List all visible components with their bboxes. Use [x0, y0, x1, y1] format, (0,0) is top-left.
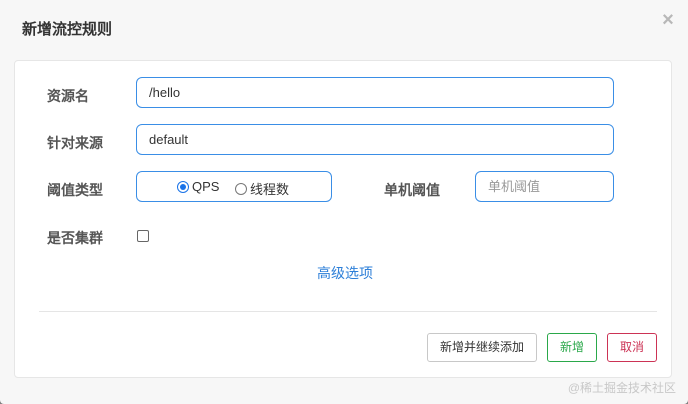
radio-option-qps-label: QPS — [192, 179, 220, 194]
radio-option-qps[interactable]: QPS — [177, 179, 219, 194]
single-threshold-label: 单机阈值 — [384, 182, 440, 198]
limit-app-label: 针对来源 — [47, 135, 103, 151]
radio-option-threads[interactable]: 线程数 — [235, 179, 289, 198]
dialog-body: 资源名 针对来源 阈值类型 QPS 线程数 单机阈值 是否集群 高级选项 新增并… — [14, 60, 672, 378]
watermark: @稀土掘金技术社区 — [567, 381, 676, 395]
flow-rule-dialog: 新增流控规则 × 资源名 针对来源 阈值类型 QPS 线程数 单机阈值 是否集群… — [0, 0, 688, 404]
dialog-title: 新增流控规则 — [22, 21, 113, 38]
threshold-type-radio-group: QPS 线程数 — [136, 171, 332, 202]
advanced-options-link[interactable]: 高级选项 — [317, 263, 373, 283]
threshold-type-label: 阈值类型 — [47, 182, 103, 198]
cluster-mode-checkbox[interactable] — [137, 230, 149, 242]
close-icon[interactable]: × — [658, 10, 678, 30]
cancel-button[interactable]: 取消 — [607, 333, 657, 362]
cluster-mode-label: 是否集群 — [47, 230, 103, 246]
add-and-continue-button[interactable]: 新增并继续添加 — [427, 333, 537, 362]
single-threshold-input[interactable] — [475, 171, 614, 202]
add-button[interactable]: 新增 — [547, 333, 597, 362]
limit-app-input[interactable] — [136, 124, 614, 155]
footer-divider — [39, 311, 657, 312]
radio-checked-icon[interactable] — [177, 180, 189, 193]
radio-option-threads-label: 线程数 — [250, 182, 290, 197]
dialog-header: 新增流控规则 × — [0, 0, 688, 58]
resource-name-label: 资源名 — [47, 88, 89, 104]
radio-unchecked-icon[interactable] — [235, 182, 247, 195]
resource-name-input[interactable] — [136, 77, 614, 108]
